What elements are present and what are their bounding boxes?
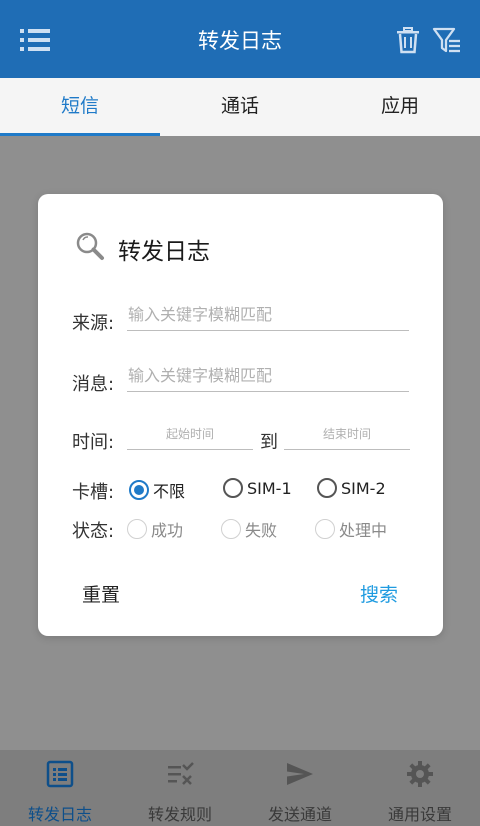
radio-checked-icon xyxy=(129,480,149,500)
search-icon xyxy=(76,232,104,260)
list-icon xyxy=(46,760,74,788)
source-label: 来源: xyxy=(72,313,115,334)
end-time-field xyxy=(284,420,410,450)
status-option-label: 失败 xyxy=(245,521,278,540)
search-button[interactable]: 搜索 xyxy=(360,580,398,607)
dialog-title: 转发日志 xyxy=(118,239,210,265)
start-time-input[interactable] xyxy=(127,420,253,448)
nav-forward-log[interactable]: 转发日志 xyxy=(0,750,120,826)
nav-settings[interactable]: 通用设置 xyxy=(360,750,480,826)
sim-option-label: SIM-2 xyxy=(341,478,386,498)
nav-label: 转发规则 xyxy=(147,805,212,824)
radio-unchecked-icon xyxy=(315,519,335,539)
radio-unchecked-icon xyxy=(221,519,241,539)
sim-radio-any[interactable]: 不限 xyxy=(129,478,185,502)
gear-icon xyxy=(407,761,433,787)
status-option-label: 处理中 xyxy=(339,521,388,540)
radio-unchecked-icon xyxy=(127,519,147,539)
nav-forward-rules[interactable]: 转发规则 xyxy=(120,750,240,826)
rules-icon xyxy=(168,762,194,785)
send-icon xyxy=(287,763,313,785)
status-radio-success[interactable]: 成功 xyxy=(127,517,183,541)
bottom-nav: 转发日志 转发规则 发送通道 通用设置 xyxy=(0,750,480,826)
status-radio-processing[interactable]: 处理中 xyxy=(315,517,387,541)
sim-radio-sim1[interactable]: SIM-1 xyxy=(223,478,292,498)
sim-radio-sim2[interactable]: SIM-2 xyxy=(317,478,386,498)
start-time-field xyxy=(127,420,253,450)
sim-option-label: 不限 xyxy=(153,482,186,501)
tab-apps[interactable]: 应用 xyxy=(320,78,480,136)
end-time-input[interactable] xyxy=(284,420,410,448)
time-label: 时间: xyxy=(72,432,115,453)
tab-calls[interactable]: 通话 xyxy=(160,78,320,136)
source-input[interactable] xyxy=(127,299,409,329)
sim-option-label: SIM-1 xyxy=(247,478,292,498)
filter-icon[interactable] xyxy=(432,26,462,54)
tab-bar: 短信 通话 应用 xyxy=(0,78,480,136)
message-input[interactable] xyxy=(127,360,409,390)
status-option-label: 成功 xyxy=(151,521,184,540)
sim-label: 卡槽: xyxy=(72,482,115,503)
search-dialog: 转发日志 来源: 消息: 时间: 到 卡槽: 不限 SIM-1 SIM-2 状态… xyxy=(38,194,443,636)
nav-label: 发送通道 xyxy=(267,805,332,824)
nav-label: 转发日志 xyxy=(27,805,92,824)
radio-unchecked-icon xyxy=(223,478,243,498)
trash-icon[interactable] xyxy=(394,26,422,54)
message-label: 消息: xyxy=(72,374,115,395)
time-to-label: 到 xyxy=(260,432,278,453)
status-radio-failed[interactable]: 失败 xyxy=(221,517,277,541)
nav-send-channel[interactable]: 发送通道 xyxy=(240,750,360,826)
nav-label: 通用设置 xyxy=(387,805,452,824)
source-field xyxy=(127,299,409,331)
radio-unchecked-icon xyxy=(317,478,337,498)
reset-button[interactable]: 重置 xyxy=(82,580,120,607)
message-field xyxy=(127,360,409,392)
tab-sms[interactable]: 短信 xyxy=(0,78,160,136)
app-bar: 转发日志 xyxy=(0,0,480,78)
status-label: 状态: xyxy=(72,521,115,542)
